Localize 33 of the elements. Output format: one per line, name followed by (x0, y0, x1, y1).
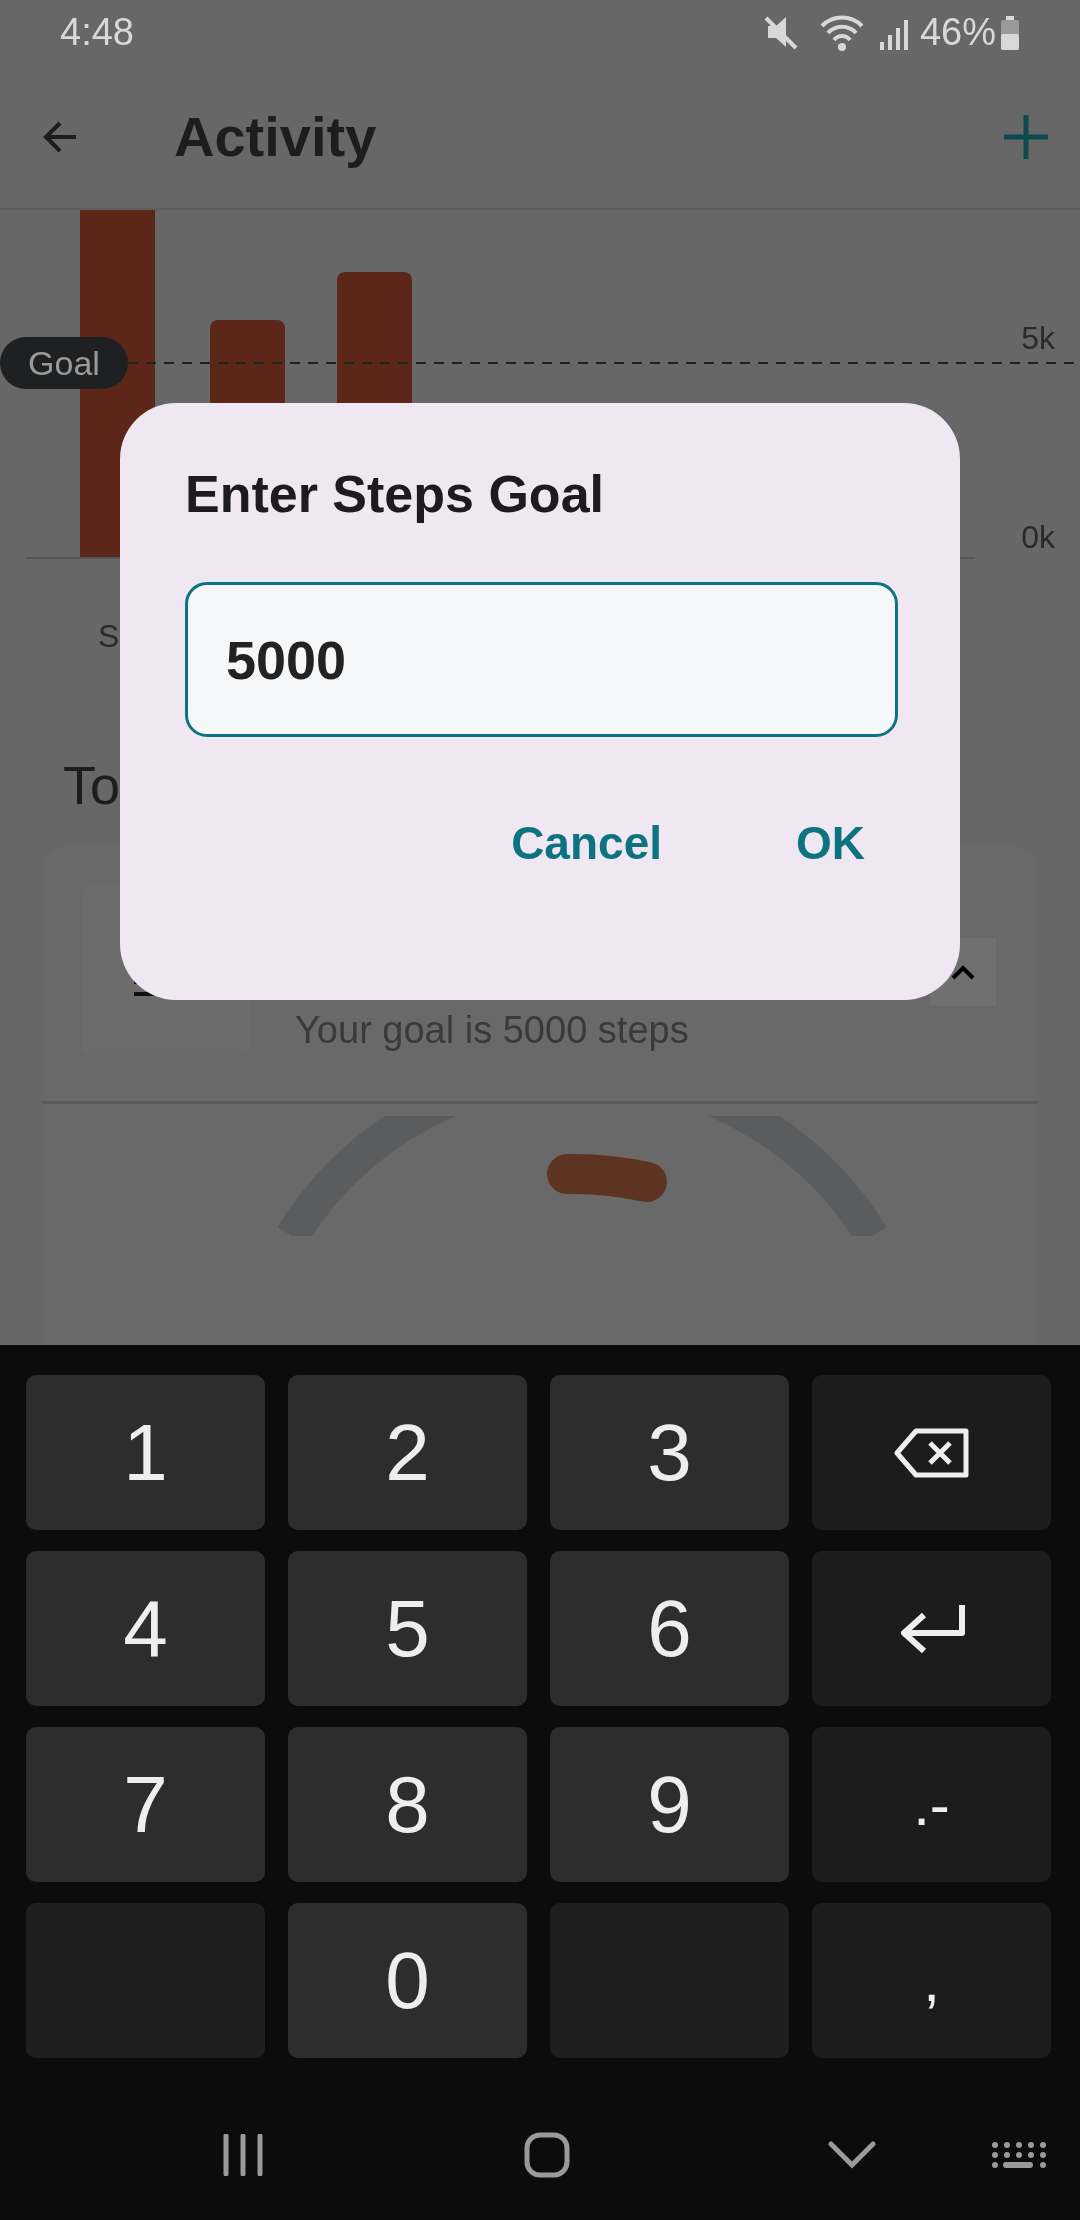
wifi-icon (819, 13, 866, 52)
keyboard-key[interactable]: 0 (288, 1903, 527, 2058)
battery-percent: 46% (919, 10, 996, 55)
section-heading: To (63, 755, 122, 815)
keyboard-key[interactable]: 6 (550, 1551, 789, 1706)
axis-label: 0k (1021, 519, 1055, 555)
keyboard-key[interactable]: 3 (550, 1375, 789, 1530)
keyboard-key[interactable]: 8 (288, 1727, 527, 1882)
keyboard-key[interactable]: 2 (288, 1375, 527, 1530)
dialog-button[interactable]: Cancel (499, 799, 674, 888)
backspace-icon (893, 1426, 970, 1479)
hide-keyboard-icon[interactable] (828, 2141, 876, 2169)
plus-icon (1002, 112, 1050, 161)
goal-label: Goal (28, 344, 100, 382)
keyboard-key[interactable]: .- (812, 1727, 1051, 1882)
keyboard-icon[interactable] (991, 2141, 1047, 2169)
keyboard-key[interactable]: 5 (288, 1551, 527, 1706)
home-icon[interactable] (524, 2132, 570, 2178)
axis-label: 5k (1021, 320, 1055, 356)
screen-title: Activity (174, 103, 377, 170)
steps-input[interactable]: 5000 (185, 582, 898, 737)
dialog-button[interactable]: OK (784, 799, 877, 888)
recent-apps-icon[interactable] (223, 2134, 263, 2176)
keyboard-key[interactable]: , (812, 1903, 1051, 2058)
keyboard-key[interactable]: 9 (550, 1727, 789, 1882)
keyboard-key[interactable]: 1 (26, 1375, 265, 1530)
enter-key[interactable] (812, 1551, 1051, 1706)
battery-icon (1000, 15, 1020, 50)
day-label: S (98, 618, 120, 650)
status-time: 4:48 (60, 10, 134, 55)
backspace-key[interactable] (812, 1375, 1051, 1530)
keyboard-key[interactable]: 7 (26, 1727, 265, 1882)
keyboard-key[interactable]: 4 (26, 1551, 265, 1706)
